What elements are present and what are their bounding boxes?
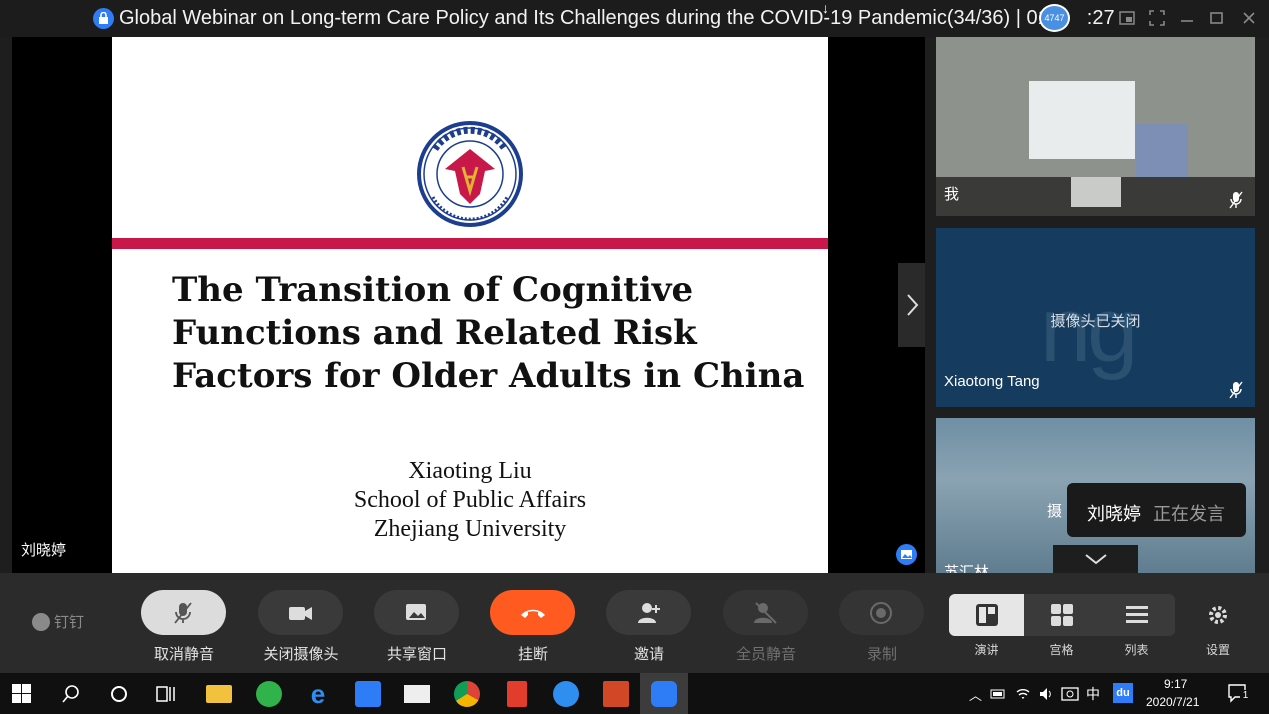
search-icon[interactable] [61, 684, 87, 710]
tray-expand-icon[interactable]: ︿ [969, 685, 982, 704]
grid-view-button[interactable] [1024, 594, 1099, 636]
fullscreen-icon[interactable] [1147, 8, 1167, 28]
clock-time[interactable]: 9:17 [1164, 677, 1187, 691]
windows-start-icon[interactable] [12, 684, 38, 710]
slide-title: The Transition of Cognitive Functions an… [172, 270, 805, 396]
collapse-button[interactable] [1053, 545, 1138, 573]
ime-indicator[interactable]: 中 [1086, 684, 1100, 704]
speaker-layout-icon [976, 604, 998, 626]
grid-view-label: 宫格 [1049, 643, 1074, 657]
mic-muted-icon [1229, 381, 1243, 399]
presentation-slide: The Transition of Cognitive Functions an… [112, 37, 828, 573]
camera-off-text-partial: 摄 [1047, 503, 1063, 520]
windows-taskbar: e ︿ 中 du 9:17 2020/7/21 1 [0, 673, 1269, 714]
invite-label: 邀请 [633, 646, 664, 663]
lock-icon [93, 8, 114, 29]
slide-author: Xiaoting Liu [408, 458, 532, 484]
next-page-button[interactable] [898, 263, 925, 347]
speaking-indicator: 刘晓婷 正在发言 [1067, 483, 1246, 537]
browser-360-icon[interactable] [256, 681, 282, 707]
hangup-icon [521, 609, 545, 618]
layout-switcher [949, 594, 1175, 636]
slide-university: Zhejiang University [373, 516, 567, 542]
file-explorer-icon[interactable] [206, 685, 232, 703]
dingtalk-logo-icon [32, 613, 50, 631]
screenshot-tool-icon[interactable] [1061, 686, 1079, 702]
chevron-down-icon [1085, 554, 1107, 565]
camera-icon [289, 607, 312, 620]
record-label: 录制 [866, 646, 897, 663]
mail-icon[interactable] [404, 685, 430, 703]
notification-count: 1 [1240, 690, 1251, 702]
wifi-icon[interactable] [1015, 686, 1031, 702]
powerpoint-icon[interactable] [603, 681, 629, 707]
share-window-icon [406, 604, 426, 620]
mic-muted-icon [1229, 191, 1243, 209]
unmute-button[interactable] [141, 590, 226, 635]
share-window-button[interactable] [374, 590, 459, 635]
chrome-icon[interactable] [454, 681, 480, 707]
camera-off-button[interactable] [258, 590, 343, 635]
list-layout-icon [1126, 606, 1148, 623]
picture-icon[interactable] [896, 544, 917, 565]
record-icon [870, 602, 892, 624]
notification-icon[interactable]: 1 [1227, 683, 1251, 703]
pdf-reader-icon[interactable] [507, 681, 527, 707]
speaker-view-button[interactable] [949, 594, 1024, 636]
participant-name: Xiaotong Tang [944, 373, 1040, 390]
task-view-icon[interactable] [156, 684, 182, 710]
meeting-controls: 钉钉 取消静音 关闭摄像头 共享窗口 挂断 邀请 全员静音 录制 演讲 宫格 列… [0, 573, 1269, 673]
participant-name: 我 [944, 186, 960, 203]
invite-icon [638, 603, 660, 623]
speaking-status: 正在发言 [1153, 504, 1225, 524]
hangup-button[interactable] [490, 590, 575, 635]
main-speaker-name: 刘晓婷 [21, 542, 67, 559]
slide-author-block: Xiaoting Liu School of Public Affairs Zh… [112, 457, 828, 544]
floating-badge[interactable]: 4747 [1039, 4, 1070, 32]
minimize-icon[interactable] [1177, 8, 1197, 28]
mute-all-button[interactable] [723, 590, 808, 635]
window-title: Global Webinar on Long-term Care Policy … [119, 7, 1115, 29]
slide-divider [112, 238, 828, 249]
record-button[interactable] [839, 590, 924, 635]
university-logo [417, 121, 523, 227]
clock-date[interactable]: 2020/7/21 [1146, 695, 1199, 709]
grid-layout-icon [1051, 604, 1073, 626]
battery-icon[interactable] [990, 688, 1006, 700]
close-icon[interactable] [1239, 8, 1259, 28]
camera-off-label: 关闭摄像头 [263, 646, 339, 663]
participant-tile-self[interactable]: 我 [936, 37, 1255, 216]
settings-label: 设置 [1205, 643, 1230, 657]
pin-icon[interactable] [1117, 8, 1137, 28]
mic-muted-icon [174, 602, 192, 624]
list-view-button[interactable] [1099, 594, 1174, 636]
dingtalk-taskbar-icon[interactable] [553, 681, 579, 707]
hangup-label: 挂断 [517, 646, 548, 663]
invite-button[interactable] [606, 590, 691, 635]
unmute-label: 取消静音 [153, 646, 214, 663]
title-bar: Global Webinar on Long-term Care Policy … [0, 0, 1269, 37]
list-view-label: 列表 [1124, 643, 1149, 657]
cursor-arrow-icon: ↓ [822, 0, 829, 16]
baidu-input-icon[interactable]: du [1113, 683, 1133, 703]
mute-all-label: 全员静音 [735, 646, 796, 663]
cortana-icon[interactable] [109, 684, 135, 710]
slide-affiliation: School of Public Affairs [353, 487, 587, 513]
main-video[interactable]: The Transition of Cognitive Functions an… [12, 37, 925, 573]
share-window-label: 共享窗口 [386, 646, 447, 663]
meeting-taskbar-item[interactable] [640, 673, 688, 714]
speaker-view-label: 演讲 [974, 643, 999, 657]
maximize-icon[interactable] [1207, 8, 1227, 28]
participant-tile-xiaotong[interactable]: ng 摄像头已关闭 Xiaotong Tang [936, 228, 1255, 407]
mute-all-icon [754, 602, 777, 624]
brand-label: 钉钉 [54, 614, 85, 631]
volume-icon[interactable] [1038, 686, 1054, 702]
gear-icon[interactable] [1207, 604, 1229, 626]
speaking-name: 刘晓婷 [1087, 504, 1141, 524]
camera-off-text: 摄像头已关闭 [1050, 313, 1141, 330]
store-icon[interactable] [355, 681, 381, 707]
projected-slide [1029, 81, 1135, 159]
edge-icon[interactable]: e [305, 681, 331, 707]
